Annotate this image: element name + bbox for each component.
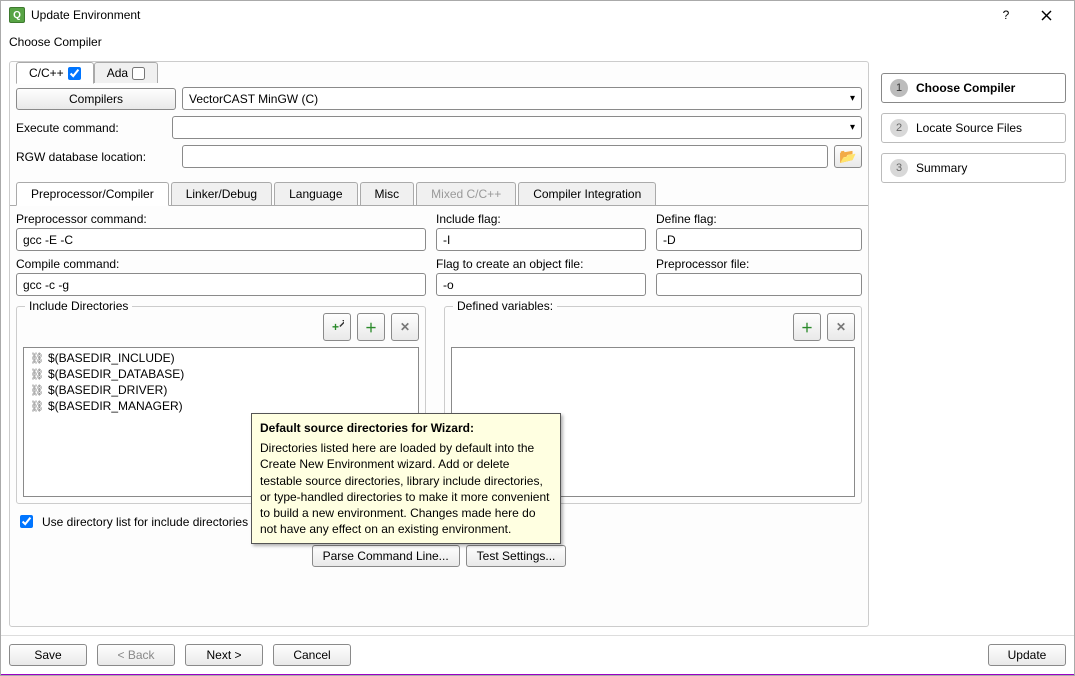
app-icon: Q [9, 7, 25, 23]
compile-cmd-input[interactable] [16, 273, 426, 296]
tooltip: Default source directories for Wizard: D… [251, 413, 561, 544]
compiler-select[interactable]: VectorCAST MinGW (C) [182, 87, 862, 110]
save-button[interactable]: Save [9, 644, 87, 666]
preproc-file-input[interactable] [656, 273, 862, 296]
tab-compiler-integration[interactable]: Compiler Integration [518, 182, 656, 205]
rgw-label: RGW database location: [16, 150, 176, 164]
tab-c-cpp[interactable]: C/C++ [16, 62, 94, 84]
tab-c-cpp-checkbox[interactable] [68, 67, 81, 80]
tooltip-body: Directories listed here are loaded by de… [260, 441, 549, 536]
link-icon [30, 351, 44, 365]
defined-variables-legend: Defined variables: [453, 299, 557, 313]
update-button[interactable]: Update [988, 644, 1066, 666]
list-item[interactable]: $(BASEDIR_DRIVER) [26, 382, 416, 398]
add-dir-special-button[interactable]: +↗ [323, 313, 351, 341]
window-title: Update Environment [31, 8, 986, 22]
list-item-text: $(BASEDIR_MANAGER) [48, 399, 183, 413]
include-flag-label: Include flag: [436, 212, 646, 226]
add-var-button[interactable]: ＋ [793, 313, 821, 341]
rgw-browse-button[interactable] [834, 145, 862, 168]
add-dir-button[interactable]: ＋ [357, 313, 385, 341]
link-icon [30, 383, 44, 397]
step-locate-source-files[interactable]: 2 Locate Source Files [881, 113, 1066, 143]
left-pane: C/C++ Ada Compilers VectorCAST MinGW (C)… [9, 61, 869, 627]
test-settings-button[interactable]: Test Settings... [466, 545, 567, 567]
execute-command-label: Execute command: [16, 121, 166, 135]
step-label: Summary [916, 161, 967, 175]
objfile-flag-label: Flag to create an object file: [436, 257, 646, 271]
include-flag-input[interactable] [436, 228, 646, 251]
tab-ada[interactable]: Ada [94, 62, 158, 83]
titlebar: Q Update Environment ? [1, 1, 1074, 29]
close-icon [1041, 10, 1052, 21]
tab-label: Ada [107, 66, 128, 80]
help-button[interactable]: ? [986, 1, 1026, 29]
sub-tabs: Preprocessor/Compiler Linker/Debug Langu… [10, 182, 868, 206]
define-flag-label: Define flag: [656, 212, 862, 226]
define-flag-input[interactable] [656, 228, 862, 251]
tab-label: C/C++ [29, 66, 64, 80]
preproc-cmd-label: Preprocessor command: [16, 212, 426, 226]
list-item-text: $(BASEDIR_DRIVER) [48, 383, 167, 397]
include-directories-legend: Include Directories [25, 299, 132, 313]
preproc-file-label: Preprocessor file: [656, 257, 862, 271]
link-icon [30, 399, 44, 413]
bottom-bar: Save < Back Next > Cancel Update [1, 635, 1074, 674]
list-item[interactable]: $(BASEDIR_INCLUDE) [26, 350, 416, 366]
use-dirlist-checkbox[interactable] [20, 515, 33, 528]
language-tabs: C/C++ Ada [10, 62, 868, 83]
remove-dir-button[interactable]: ✕ [391, 313, 419, 341]
step-label: Locate Source Files [916, 121, 1022, 135]
step-number: 1 [890, 79, 908, 97]
step-number: 2 [890, 119, 908, 137]
step-label: Choose Compiler [916, 81, 1015, 95]
close-button[interactable] [1026, 1, 1066, 29]
list-item-text: $(BASEDIR_DATABASE) [48, 367, 184, 381]
list-item[interactable]: $(BASEDIR_MANAGER) [26, 398, 416, 414]
back-button: < Back [97, 644, 175, 666]
accent-line [1, 674, 1074, 675]
preproc-cmd-input[interactable] [16, 228, 426, 251]
list-item-text: $(BASEDIR_INCLUDE) [48, 351, 175, 365]
step-choose-compiler[interactable]: 1 Choose Compiler [881, 73, 1066, 103]
cancel-button[interactable]: Cancel [273, 644, 351, 666]
step-number: 3 [890, 159, 908, 177]
objfile-flag-input[interactable] [436, 273, 646, 296]
svg-text:↗: ↗ [338, 320, 344, 330]
list-item[interactable]: $(BASEDIR_DATABASE) [26, 366, 416, 382]
tab-mixed-c-cpp: Mixed C/C++ [416, 182, 516, 205]
tab-language[interactable]: Language [274, 182, 357, 205]
plus-up-icon: +↗ [330, 320, 344, 334]
use-dirlist-label: Use directory list for include directori… [42, 515, 248, 529]
compilers-button[interactable]: Compilers [16, 88, 176, 110]
execute-command-input[interactable] [172, 116, 862, 139]
link-icon [30, 367, 44, 381]
tab-misc[interactable]: Misc [360, 182, 415, 205]
tab-linker-debug[interactable]: Linker/Debug [171, 182, 272, 205]
tab-preprocessor-compiler[interactable]: Preprocessor/Compiler [16, 182, 169, 206]
compiler-select-value: VectorCAST MinGW (C) [189, 92, 318, 106]
next-button[interactable]: Next > [185, 644, 263, 666]
remove-var-button[interactable]: ✕ [827, 313, 855, 341]
parse-command-line-button[interactable]: Parse Command Line... [312, 545, 460, 567]
wizard-steps: 1 Choose Compiler 2 Locate Source Files … [881, 61, 1066, 627]
tooltip-title: Default source directories for Wizard: [260, 420, 552, 436]
step-summary[interactable]: 3 Summary [881, 153, 1066, 183]
compile-cmd-label: Compile command: [16, 257, 426, 271]
page-subtitle: Choose Compiler [1, 29, 1074, 61]
rgw-input[interactable] [182, 145, 828, 168]
tab-ada-checkbox[interactable] [132, 67, 145, 80]
